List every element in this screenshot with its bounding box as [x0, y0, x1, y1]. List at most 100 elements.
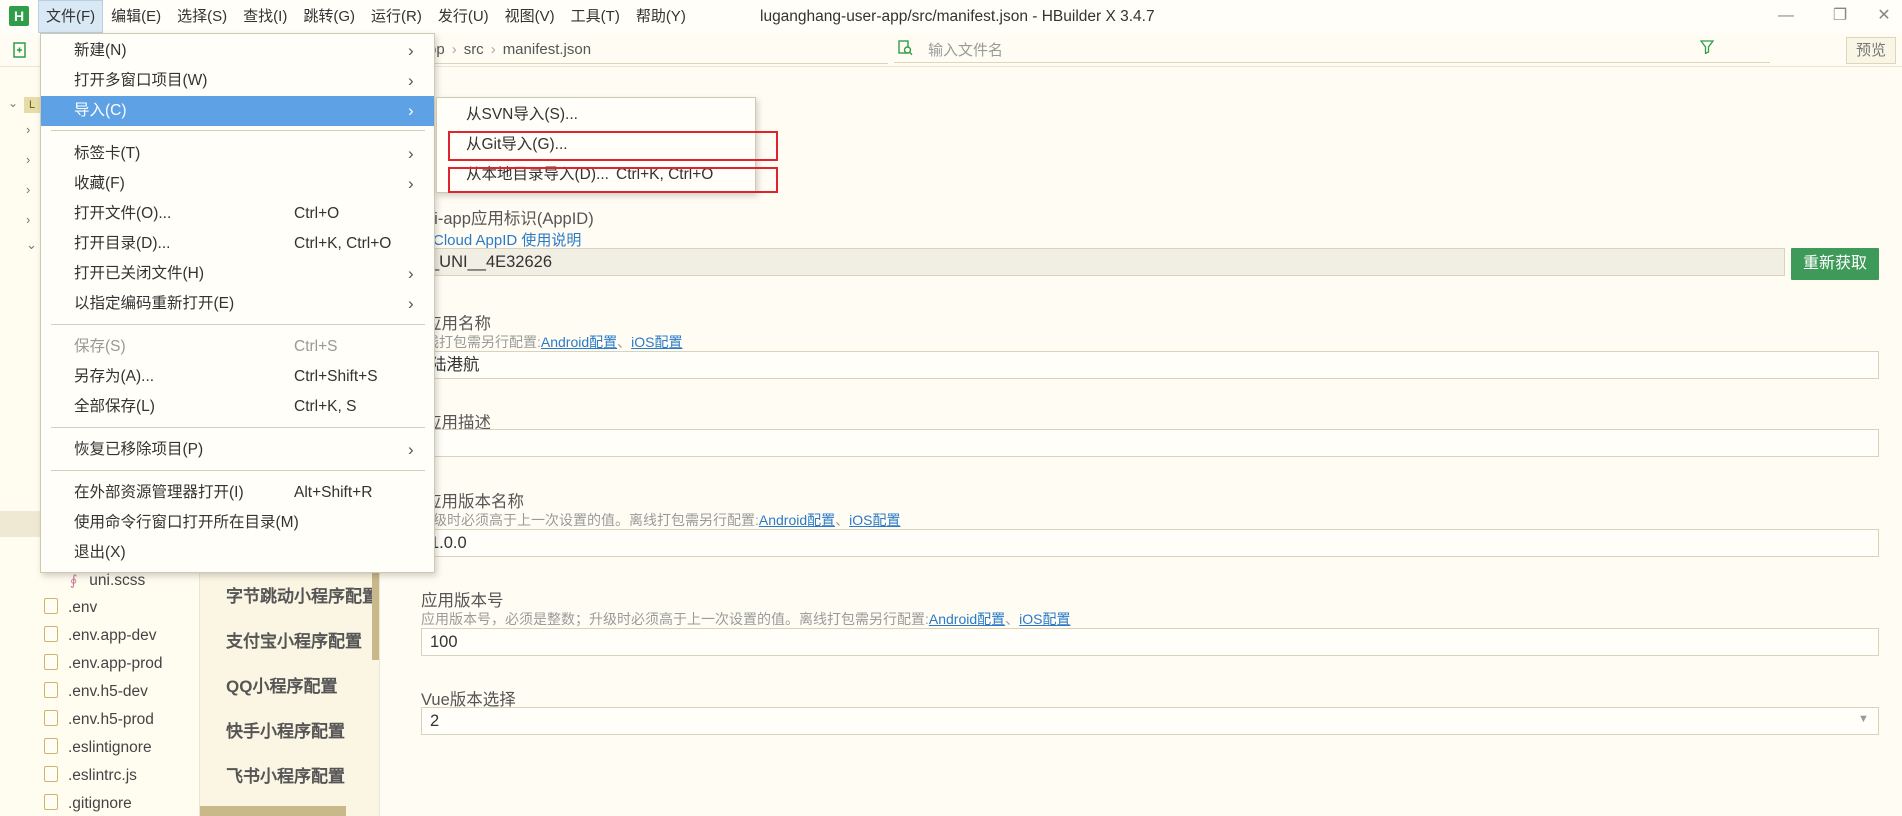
tree-file[interactable]: .env.h5-dev — [44, 680, 148, 704]
expand-chevron-icon[interactable]: ⌄ — [26, 237, 37, 253]
menu-divider — [51, 130, 425, 131]
nav-kuaishou-config[interactable]: 快手小程序配置 — [226, 717, 345, 742]
file-menu-exit[interactable]: 退出(X) — [41, 538, 434, 568]
app-name-hint: 线打包需另行配置:Android配置、iOS配置 — [425, 334, 683, 350]
breadcrumb: pp › src › manifest.json — [428, 33, 591, 67]
title-bar: H 文件(F) 编辑(E) 选择(S) 查找(I) 跳转(G) 运行(R) 发行… — [0, 0, 1902, 33]
chevron-right-icon: › — [451, 41, 457, 58]
app-name-field[interactable]: 陆港航 — [421, 351, 1879, 379]
file-menu-import[interactable]: 导入(C) › — [41, 96, 434, 126]
menu-run[interactable]: 运行(R) — [363, 0, 430, 33]
submenu-arrow-icon: › — [408, 264, 414, 283]
menu-help[interactable]: 帮助(Y) — [628, 0, 694, 33]
nav-qq-config[interactable]: QQ小程序配置 — [226, 672, 337, 697]
chevron-down-icon[interactable]: ▼ — [1858, 713, 1869, 725]
file-search-input[interactable] — [928, 37, 1688, 63]
file-menu-save[interactable]: 保存(S) Ctrl+S — [41, 332, 434, 362]
file-menu-tabs[interactable]: 标签卡(T) › — [41, 139, 434, 169]
file-menu-restore-removed[interactable]: 恢复已移除项目(P) › — [41, 435, 434, 465]
file-icon — [44, 626, 58, 642]
refetch-appid-button[interactable]: 重新获取 — [1791, 248, 1879, 280]
version-code-hint: 应用版本号，必须是整数；升级时必须高于上一次设置的值。离线打包需另行配置:And… — [421, 611, 1071, 627]
file-menu-open-file[interactable]: 打开文件(O)... Ctrl+O — [41, 199, 434, 229]
menu-find[interactable]: 查找(I) — [235, 0, 295, 33]
menu-file[interactable]: 文件(F) — [38, 0, 104, 33]
hbuilder-logo-icon[interactable]: H — [9, 6, 29, 26]
file-menu-save-all[interactable]: 全部保存(L) Ctrl+K, S — [41, 392, 434, 422]
menu-goto[interactable]: 跳转(G) — [295, 0, 363, 33]
ios-config-link[interactable]: iOS配置 — [631, 334, 682, 350]
tree-file[interactable]: .eslintignore — [44, 736, 152, 760]
file-menu-open-multi-window[interactable]: 打开多窗口项目(W) › — [41, 66, 434, 96]
nav-horizontal-scrollbar[interactable] — [200, 806, 346, 816]
tree-file[interactable]: .gitignore — [44, 792, 132, 816]
ios-config-link[interactable]: iOS配置 — [1019, 611, 1070, 627]
ios-config-link[interactable]: iOS配置 — [849, 512, 900, 528]
android-config-link[interactable]: Android配置 — [929, 611, 1005, 627]
submenu-arrow-icon: › — [408, 294, 414, 313]
tree-file[interactable]: .env — [44, 596, 97, 620]
file-icon — [44, 682, 58, 698]
import-from-svn[interactable]: 从SVN导入(S)... — [437, 100, 755, 130]
submenu-arrow-icon: › — [408, 41, 414, 60]
menu-divider — [51, 470, 425, 471]
submenu-arrow-icon: › — [408, 71, 414, 90]
new-file-icon[interactable] — [12, 41, 29, 59]
tree-file[interactable]: .env.app-dev — [44, 624, 156, 648]
file-icon — [44, 738, 58, 754]
tree-file[interactable]: .env.h5-prod — [44, 708, 154, 732]
minimize-icon[interactable]: — — [1768, 3, 1804, 29]
submenu-arrow-icon: › — [408, 144, 414, 163]
file-icon — [44, 794, 58, 810]
file-menu-favorites[interactable]: 收藏(F) › — [41, 169, 434, 199]
appid-help-link[interactable]: Cloud AppID 使用说明 — [433, 229, 581, 250]
file-menu-open-closed[interactable]: 打开已关闭文件(H) › — [41, 259, 434, 289]
vue-version-select[interactable]: 2 — [421, 707, 1879, 735]
menu-tools[interactable]: 工具(T) — [563, 0, 628, 33]
expand-chevron-icon[interactable]: ⌄ — [8, 96, 18, 110]
preview-button[interactable]: 预览 — [1846, 37, 1896, 64]
app-desc-field[interactable] — [421, 429, 1879, 457]
file-icon — [44, 710, 58, 726]
collapse-chevron-icon[interactable]: › — [26, 122, 30, 137]
close-icon[interactable]: ✕ — [1866, 3, 1902, 29]
restore-icon[interactable]: ❐ — [1822, 3, 1858, 29]
collapse-chevron-icon[interactable]: › — [26, 212, 30, 227]
menu-bar: 文件(F) 编辑(E) 选择(S) 查找(I) 跳转(G) 运行(R) 发行(U… — [38, 0, 694, 33]
version-name-label: 应用版本名称 — [425, 493, 524, 511]
submenu-arrow-icon: › — [408, 440, 414, 459]
file-menu-new[interactable]: 新建(N) › — [41, 36, 434, 66]
menu-select[interactable]: 选择(S) — [169, 0, 235, 33]
menu-view[interactable]: 视图(V) — [497, 0, 563, 33]
filter-icon[interactable] — [1699, 40, 1715, 58]
collapse-chevron-icon[interactable]: › — [26, 182, 30, 197]
version-code-label: 应用版本号 — [421, 592, 504, 610]
file-menu-save-as[interactable]: 另存为(A)... Ctrl+Shift+S — [41, 362, 434, 392]
file-menu-open-in-explorer[interactable]: 在外部资源管理器打开(I) Alt+Shift+R — [41, 478, 434, 508]
android-config-link[interactable]: Android配置 — [759, 512, 835, 528]
highlight-box-local-import — [448, 167, 778, 193]
tree-file[interactable]: .eslintrc.js — [44, 764, 137, 788]
version-code-field[interactable]: 100 — [421, 628, 1879, 656]
highlight-box-git-import — [448, 131, 778, 161]
breadcrumb-folder[interactable]: src — [464, 41, 484, 58]
android-config-link[interactable]: Android配置 — [541, 334, 617, 350]
collapse-chevron-icon[interactable]: › — [26, 152, 30, 167]
nav-alipay-config[interactable]: 支付宝小程序配置 — [226, 627, 362, 652]
file-menu-reopen-encoding[interactable]: 以指定编码重新打开(E) › — [41, 289, 434, 319]
appid-field[interactable]: _UNI__4E32626 — [421, 248, 1785, 276]
tree-file[interactable]: .env.app-prod — [44, 652, 163, 676]
menu-publish[interactable]: 发行(U) — [430, 0, 497, 33]
submenu-arrow-icon: › — [408, 174, 414, 193]
nav-toutiao-config[interactable]: 字节跳动小程序配置 — [226, 582, 379, 607]
version-name-field[interactable]: 1.0.0 — [421, 529, 1879, 557]
submenu-arrow-icon: › — [408, 101, 414, 120]
file-menu-open-directory[interactable]: 打开目录(D)... Ctrl+K, Ctrl+O — [41, 229, 434, 259]
file-menu-open-terminal[interactable]: 使用命令行窗口打开所在目录(M) — [41, 508, 434, 538]
menu-edit[interactable]: 编辑(E) — [103, 0, 169, 33]
file-menu-dropdown: 新建(N) › 打开多窗口项目(W) › 导入(C) › 标签卡(T) › 收藏(F) ›… — [40, 33, 435, 573]
appid-label: ni-app应用标识(AppID) — [425, 210, 594, 228]
breadcrumb-file[interactable]: manifest.json — [503, 41, 591, 58]
nav-lark-config[interactable]: 飞书小程序配置 — [226, 762, 345, 787]
project-root-icon[interactable]: L — [24, 97, 40, 113]
